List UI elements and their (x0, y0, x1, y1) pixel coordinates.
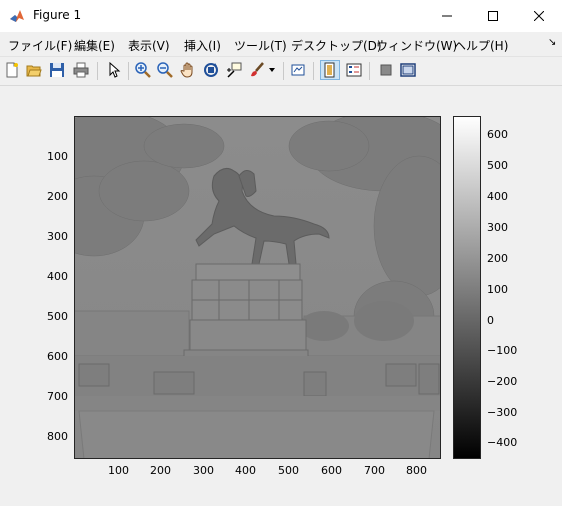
brush-dropdown[interactable] (266, 60, 278, 80)
edit-plot-arrow-icon (109, 62, 121, 78)
zoom-out-button[interactable] (155, 60, 175, 80)
window-title: Figure 1 (33, 8, 82, 22)
y-tick-label: 600 (47, 350, 68, 363)
menu-view[interactable]: 表示(V) (128, 37, 170, 54)
insert-colorbar-button[interactable] (320, 60, 340, 80)
zoom-in-button[interactable] (133, 60, 153, 80)
matlab-logo-icon (10, 10, 24, 22)
y-tick-label: 100 (47, 150, 68, 163)
menu-window[interactable]: ウィンドウ(W) (376, 37, 457, 54)
x-tick-label: 400 (235, 464, 256, 477)
new-figure-button[interactable] (2, 60, 22, 80)
colorbar-tick-label: −200 (487, 375, 518, 388)
menu-edit[interactable]: 編集(E) (74, 37, 115, 54)
x-tick-label: 800 (406, 464, 427, 477)
toolbar (0, 56, 562, 86)
data-cursor-button[interactable] (224, 60, 244, 80)
print-button[interactable] (71, 60, 91, 80)
image-axes[interactable] (74, 116, 441, 459)
rotate-3d-icon (204, 63, 218, 77)
y-tick-label: 500 (47, 310, 68, 323)
menu-help[interactable]: ヘルプ(H) (454, 37, 508, 54)
link-plot-icon (291, 64, 305, 76)
x-tick-label: 300 (193, 464, 214, 477)
brush-button[interactable] (247, 60, 267, 80)
toolbar-separator (128, 62, 129, 80)
menu-bar: ファイル(F) 編集(E) 表示(V) 挿入(I) ツール(T) デスクトップ(… (0, 33, 562, 55)
chevron-down-icon (269, 68, 275, 72)
brush-icon (251, 62, 264, 77)
colorbar-tick-label: −400 (487, 436, 518, 449)
link-plot-button[interactable] (288, 60, 308, 80)
y-tick-label: 400 (47, 270, 68, 283)
dock-arrow-icon[interactable]: ↘ (548, 37, 556, 48)
toolbar-separator (313, 62, 314, 80)
pan-hand-icon (180, 62, 193, 78)
save-icon (50, 63, 64, 77)
close-icon (534, 11, 544, 21)
show-plot-tools-icon (400, 63, 416, 77)
x-tick-label: 600 (321, 464, 342, 477)
colorbar[interactable] (453, 116, 481, 459)
show-plot-tools-button[interactable] (398, 60, 418, 80)
toolbar-separator (369, 62, 370, 80)
colorbar-tick-label: 400 (487, 190, 508, 203)
colorbar-tick-label: −100 (487, 344, 518, 357)
colorbar-tick-label: 600 (487, 128, 508, 141)
figure-canvas: 100 200 300 400 500 600 700 800 100 200 … (0, 86, 562, 506)
title-bar: Figure 1 (0, 0, 562, 32)
new-figure-icon (6, 62, 18, 78)
paved-foreground (78, 410, 435, 459)
open-file-icon (26, 65, 42, 77)
open-file-button[interactable] (24, 60, 44, 80)
colorbar-tick-label: 100 (487, 283, 508, 296)
zoom-in-icon (135, 62, 151, 78)
insert-colorbar-icon (324, 62, 335, 78)
edit-plot-button[interactable] (104, 60, 124, 80)
x-tick-label: 100 (108, 464, 129, 477)
toolbar-separator (97, 62, 98, 80)
y-tick-label: 300 (47, 230, 68, 243)
close-button[interactable] (516, 0, 562, 32)
insert-legend-icon (346, 63, 362, 77)
insert-legend-button[interactable] (344, 60, 364, 80)
menu-tools[interactable]: ツール(T) (234, 37, 287, 54)
pan-button[interactable] (178, 60, 198, 80)
colorbar-tick-label: 500 (487, 159, 508, 172)
maximize-icon (488, 11, 498, 21)
minimize-icon (442, 15, 452, 17)
save-button[interactable] (47, 60, 67, 80)
rotate-3d-button[interactable] (201, 60, 221, 80)
colorbar-tick-label: −300 (487, 406, 518, 419)
menu-desktop[interactable]: デスクトップ(D) (291, 37, 382, 54)
x-tick-label: 700 (364, 464, 385, 477)
hide-plot-tools-icon (380, 64, 392, 76)
print-icon (73, 62, 89, 78)
zoom-out-icon (157, 62, 173, 78)
data-cursor-icon (227, 62, 242, 78)
y-tick-label: 200 (47, 190, 68, 203)
colorbar-tick-label: 300 (487, 221, 508, 234)
x-tick-label: 200 (150, 464, 171, 477)
y-tick-label: 700 (47, 390, 68, 403)
menu-insert[interactable]: 挿入(I) (184, 37, 221, 54)
x-tick-label: 500 (278, 464, 299, 477)
colorbar-tick-label: 0 (487, 314, 494, 327)
minimize-button[interactable] (424, 0, 470, 32)
y-tick-label: 800 (47, 430, 68, 443)
hide-plot-tools-button[interactable] (376, 60, 396, 80)
colorbar-tick-label: 200 (487, 252, 508, 265)
menu-file[interactable]: ファイル(F) (8, 37, 72, 54)
maximize-button[interactable] (470, 0, 516, 32)
toolbar-separator (283, 62, 284, 80)
